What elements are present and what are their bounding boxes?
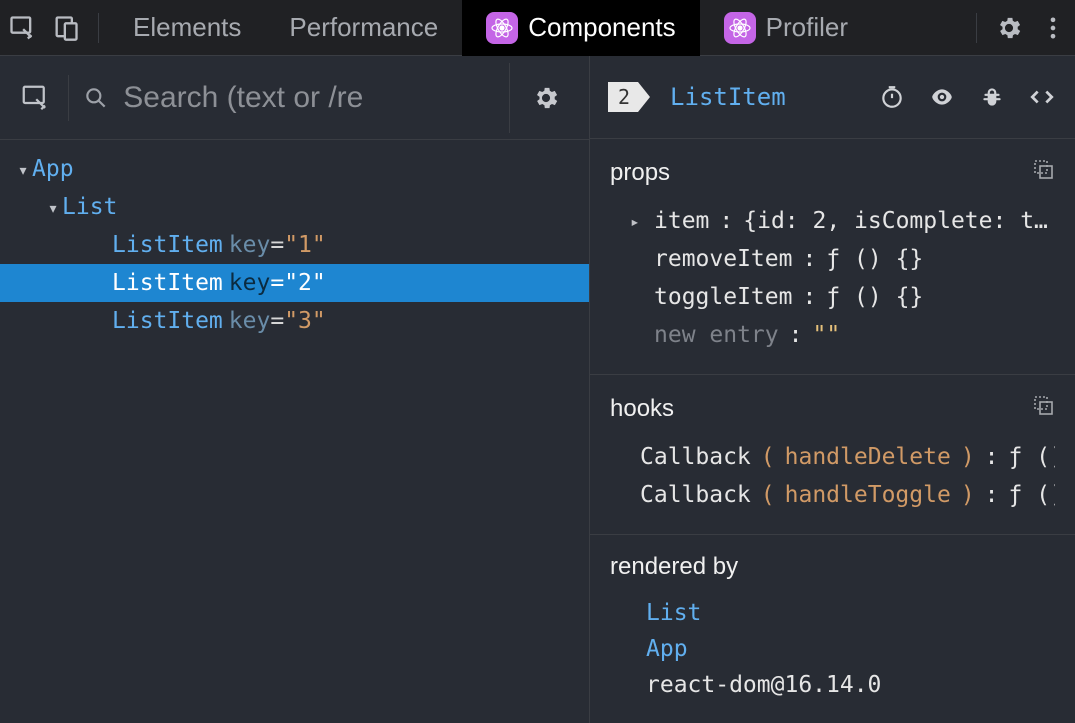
prop-value: ƒ () {} bbox=[826, 246, 923, 272]
toolbar-divider bbox=[68, 75, 69, 121]
tree-row[interactable]: ListItem key="2" bbox=[0, 264, 589, 302]
prop-key: item bbox=[654, 208, 709, 234]
prop-row[interactable]: toggleItem: ƒ () {} bbox=[610, 278, 1055, 316]
new-entry-value[interactable]: "" bbox=[812, 322, 840, 348]
suspend-icon[interactable] bbox=[879, 84, 905, 110]
tree-toolbar bbox=[0, 56, 589, 140]
prop-row[interactable]: removeItem: ƒ () {} bbox=[610, 240, 1055, 278]
hook-row[interactable]: Callback(handleDelete): ƒ () {} bbox=[610, 438, 1055, 476]
select-element-icon[interactable] bbox=[8, 63, 62, 133]
expand-arrow-icon[interactable] bbox=[44, 194, 62, 220]
search-icon bbox=[83, 85, 109, 111]
component-name: ListItem bbox=[112, 308, 223, 334]
hook-kind: Callback bbox=[640, 482, 751, 508]
tab-profiler[interactable]: Profiler bbox=[700, 0, 872, 56]
bug-icon[interactable] bbox=[979, 84, 1005, 110]
expand-arrow-icon[interactable] bbox=[14, 156, 32, 182]
selected-component-name: ListItem bbox=[670, 83, 786, 111]
props-section: props item: {id: 2, isComplete: t…remove… bbox=[590, 139, 1075, 375]
copy-icon[interactable] bbox=[1031, 157, 1055, 188]
component-name: ListItem bbox=[112, 232, 223, 258]
copy-icon[interactable] bbox=[1031, 393, 1055, 424]
device-toggle-icon[interactable] bbox=[44, 0, 88, 56]
hook-name: handleToggle bbox=[785, 482, 951, 508]
section-title: hooks bbox=[610, 395, 674, 423]
component-tree[interactable]: AppListListItem key="1"ListItem key="2"L… bbox=[0, 140, 589, 723]
component-detail-pane: 2 ListItem props bbox=[590, 56, 1075, 723]
new-entry-row[interactable]: new entry : "" bbox=[610, 316, 1055, 354]
hook-kind: Callback bbox=[640, 444, 751, 470]
inspect-icon[interactable] bbox=[0, 0, 44, 56]
new-entry-label: new entry bbox=[654, 322, 779, 348]
rendered-by-item[interactable]: List bbox=[646, 595, 1055, 631]
component-key: key="3" bbox=[223, 308, 326, 334]
inspect-dom-icon[interactable] bbox=[927, 84, 957, 110]
kebab-icon[interactable] bbox=[1031, 0, 1075, 56]
prop-value: ƒ () {} bbox=[826, 284, 923, 310]
tree-row[interactable]: ListItem key="1" bbox=[0, 226, 589, 264]
rendered-by-item: react-dom@16.14.0 bbox=[646, 667, 1055, 703]
tree-row[interactable]: ListItem key="3" bbox=[0, 302, 589, 340]
prop-key: removeItem bbox=[654, 246, 792, 272]
component-key: key="2" bbox=[223, 270, 326, 296]
tabbar-divider bbox=[976, 13, 977, 43]
react-icon bbox=[724, 12, 756, 44]
prop-key: toggleItem bbox=[654, 284, 792, 310]
hook-value: ƒ () {} bbox=[1009, 444, 1055, 470]
tab-label: Components bbox=[528, 12, 675, 43]
component-name: ListItem bbox=[112, 270, 223, 296]
tree-settings-icon[interactable] bbox=[516, 84, 576, 112]
tab-performance[interactable]: Performance bbox=[265, 0, 462, 56]
search-input[interactable] bbox=[109, 81, 509, 115]
render-count-badge: 2 bbox=[608, 82, 638, 112]
component-key: key="1" bbox=[223, 232, 326, 258]
section-title: rendered by bbox=[610, 553, 738, 581]
tree-row[interactable]: App bbox=[0, 150, 589, 188]
section-title: props bbox=[610, 159, 670, 187]
hook-value: ƒ () {} bbox=[1009, 482, 1055, 508]
tab-label: Elements bbox=[133, 12, 241, 43]
detail-header: 2 ListItem bbox=[590, 56, 1075, 139]
tab-components[interactable]: Components bbox=[462, 0, 699, 56]
hook-row[interactable]: Callback(handleToggle): ƒ () {} bbox=[610, 476, 1055, 514]
tab-label: Profiler bbox=[766, 12, 848, 43]
tabbar-divider bbox=[98, 13, 99, 43]
tree-row[interactable]: List bbox=[0, 188, 589, 226]
component-tree-pane: AppListListItem key="1"ListItem key="2"L… bbox=[0, 56, 590, 723]
rendered-by-item[interactable]: App bbox=[646, 631, 1055, 667]
hook-name: handleDelete bbox=[785, 444, 951, 470]
component-name: App bbox=[32, 156, 74, 182]
prop-row[interactable]: item: {id: 2, isComplete: t… bbox=[610, 202, 1055, 240]
expand-arrow-icon[interactable] bbox=[630, 212, 644, 231]
gear-icon[interactable] bbox=[987, 0, 1031, 56]
rendered-by-section: rendered by ListAppreact-dom@16.14.0 bbox=[590, 535, 1075, 723]
component-name: List bbox=[62, 194, 117, 220]
devtools-tabbar: Elements Performance Components Profiler bbox=[0, 0, 1075, 56]
tab-elements[interactable]: Elements bbox=[109, 0, 265, 56]
view-source-icon[interactable] bbox=[1027, 84, 1057, 110]
hooks-section: hooks Callback(handleDelete): ƒ () {}Cal… bbox=[590, 375, 1075, 535]
prop-value: {id: 2, isComplete: t… bbox=[743, 208, 1048, 234]
tab-label: Performance bbox=[289, 12, 438, 43]
react-icon bbox=[486, 12, 518, 44]
